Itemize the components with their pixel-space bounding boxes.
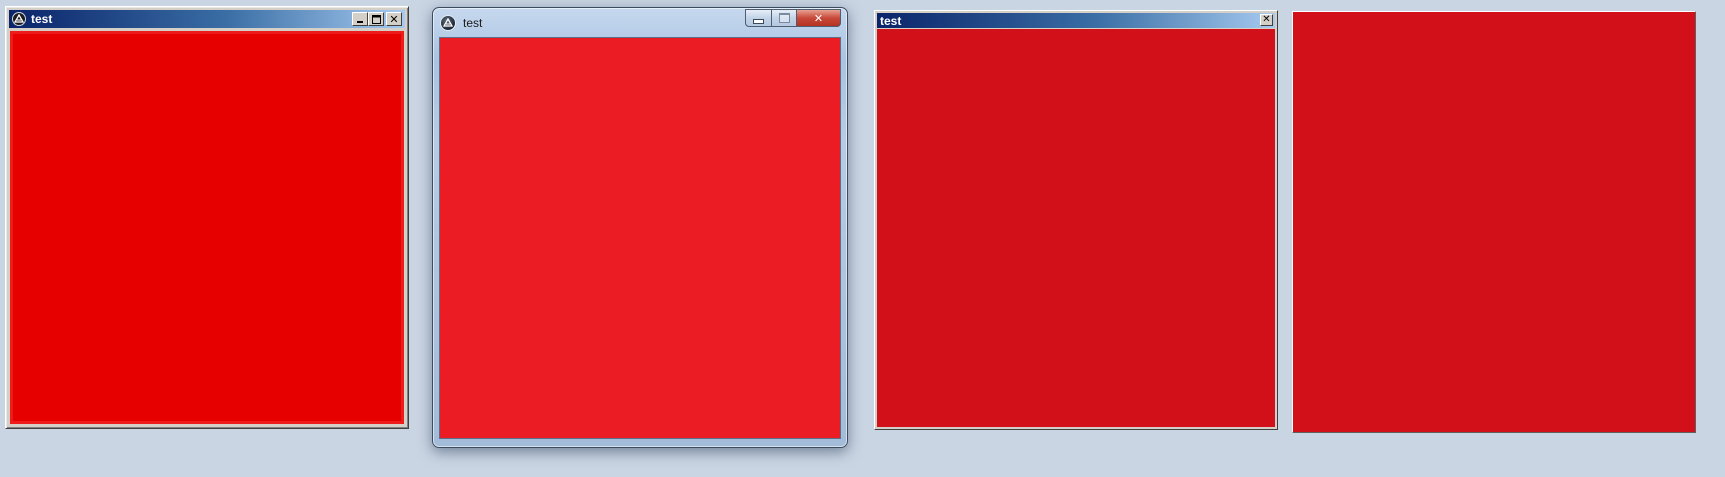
maximize-button[interactable]: [368, 12, 384, 26]
title-bar[interactable]: test ✕: [433, 8, 847, 37]
maximize-button[interactable]: [771, 9, 797, 27]
close-icon: ✕: [389, 12, 399, 26]
minimize-icon: [753, 18, 764, 24]
close-button[interactable]: ✕: [797, 9, 841, 27]
window-title: test: [463, 15, 483, 30]
client-area: [877, 29, 1275, 427]
client-area: [439, 37, 841, 439]
caption-buttons: ✕: [352, 12, 402, 26]
window-toolwindow[interactable]: test ✕: [874, 10, 1278, 430]
window-title: test: [31, 12, 53, 26]
close-icon: ✕: [813, 11, 824, 25]
window-aero[interactable]: test ✕: [432, 7, 848, 448]
caption-buttons: ✕: [745, 9, 841, 27]
app-logo-icon[interactable]: [12, 12, 26, 26]
maximize-icon: [778, 13, 790, 23]
window-classic[interactable]: test ✕: [5, 6, 409, 429]
window-borderless[interactable]: [1292, 11, 1696, 433]
close-button[interactable]: ✕: [386, 12, 402, 26]
minimize-button[interactable]: [745, 9, 771, 27]
window-title: test: [880, 13, 902, 28]
title-bar[interactable]: test ✕: [9, 10, 405, 28]
app-logo-icon[interactable]: [440, 14, 456, 31]
title-bar[interactable]: test ✕: [877, 13, 1275, 28]
close-icon: ✕: [1262, 14, 1271, 25]
minimize-icon: [357, 21, 363, 23]
maximize-icon: [371, 14, 381, 24]
minimize-button[interactable]: [352, 12, 368, 26]
client-area: [10, 31, 404, 424]
close-button[interactable]: ✕: [1260, 14, 1273, 26]
